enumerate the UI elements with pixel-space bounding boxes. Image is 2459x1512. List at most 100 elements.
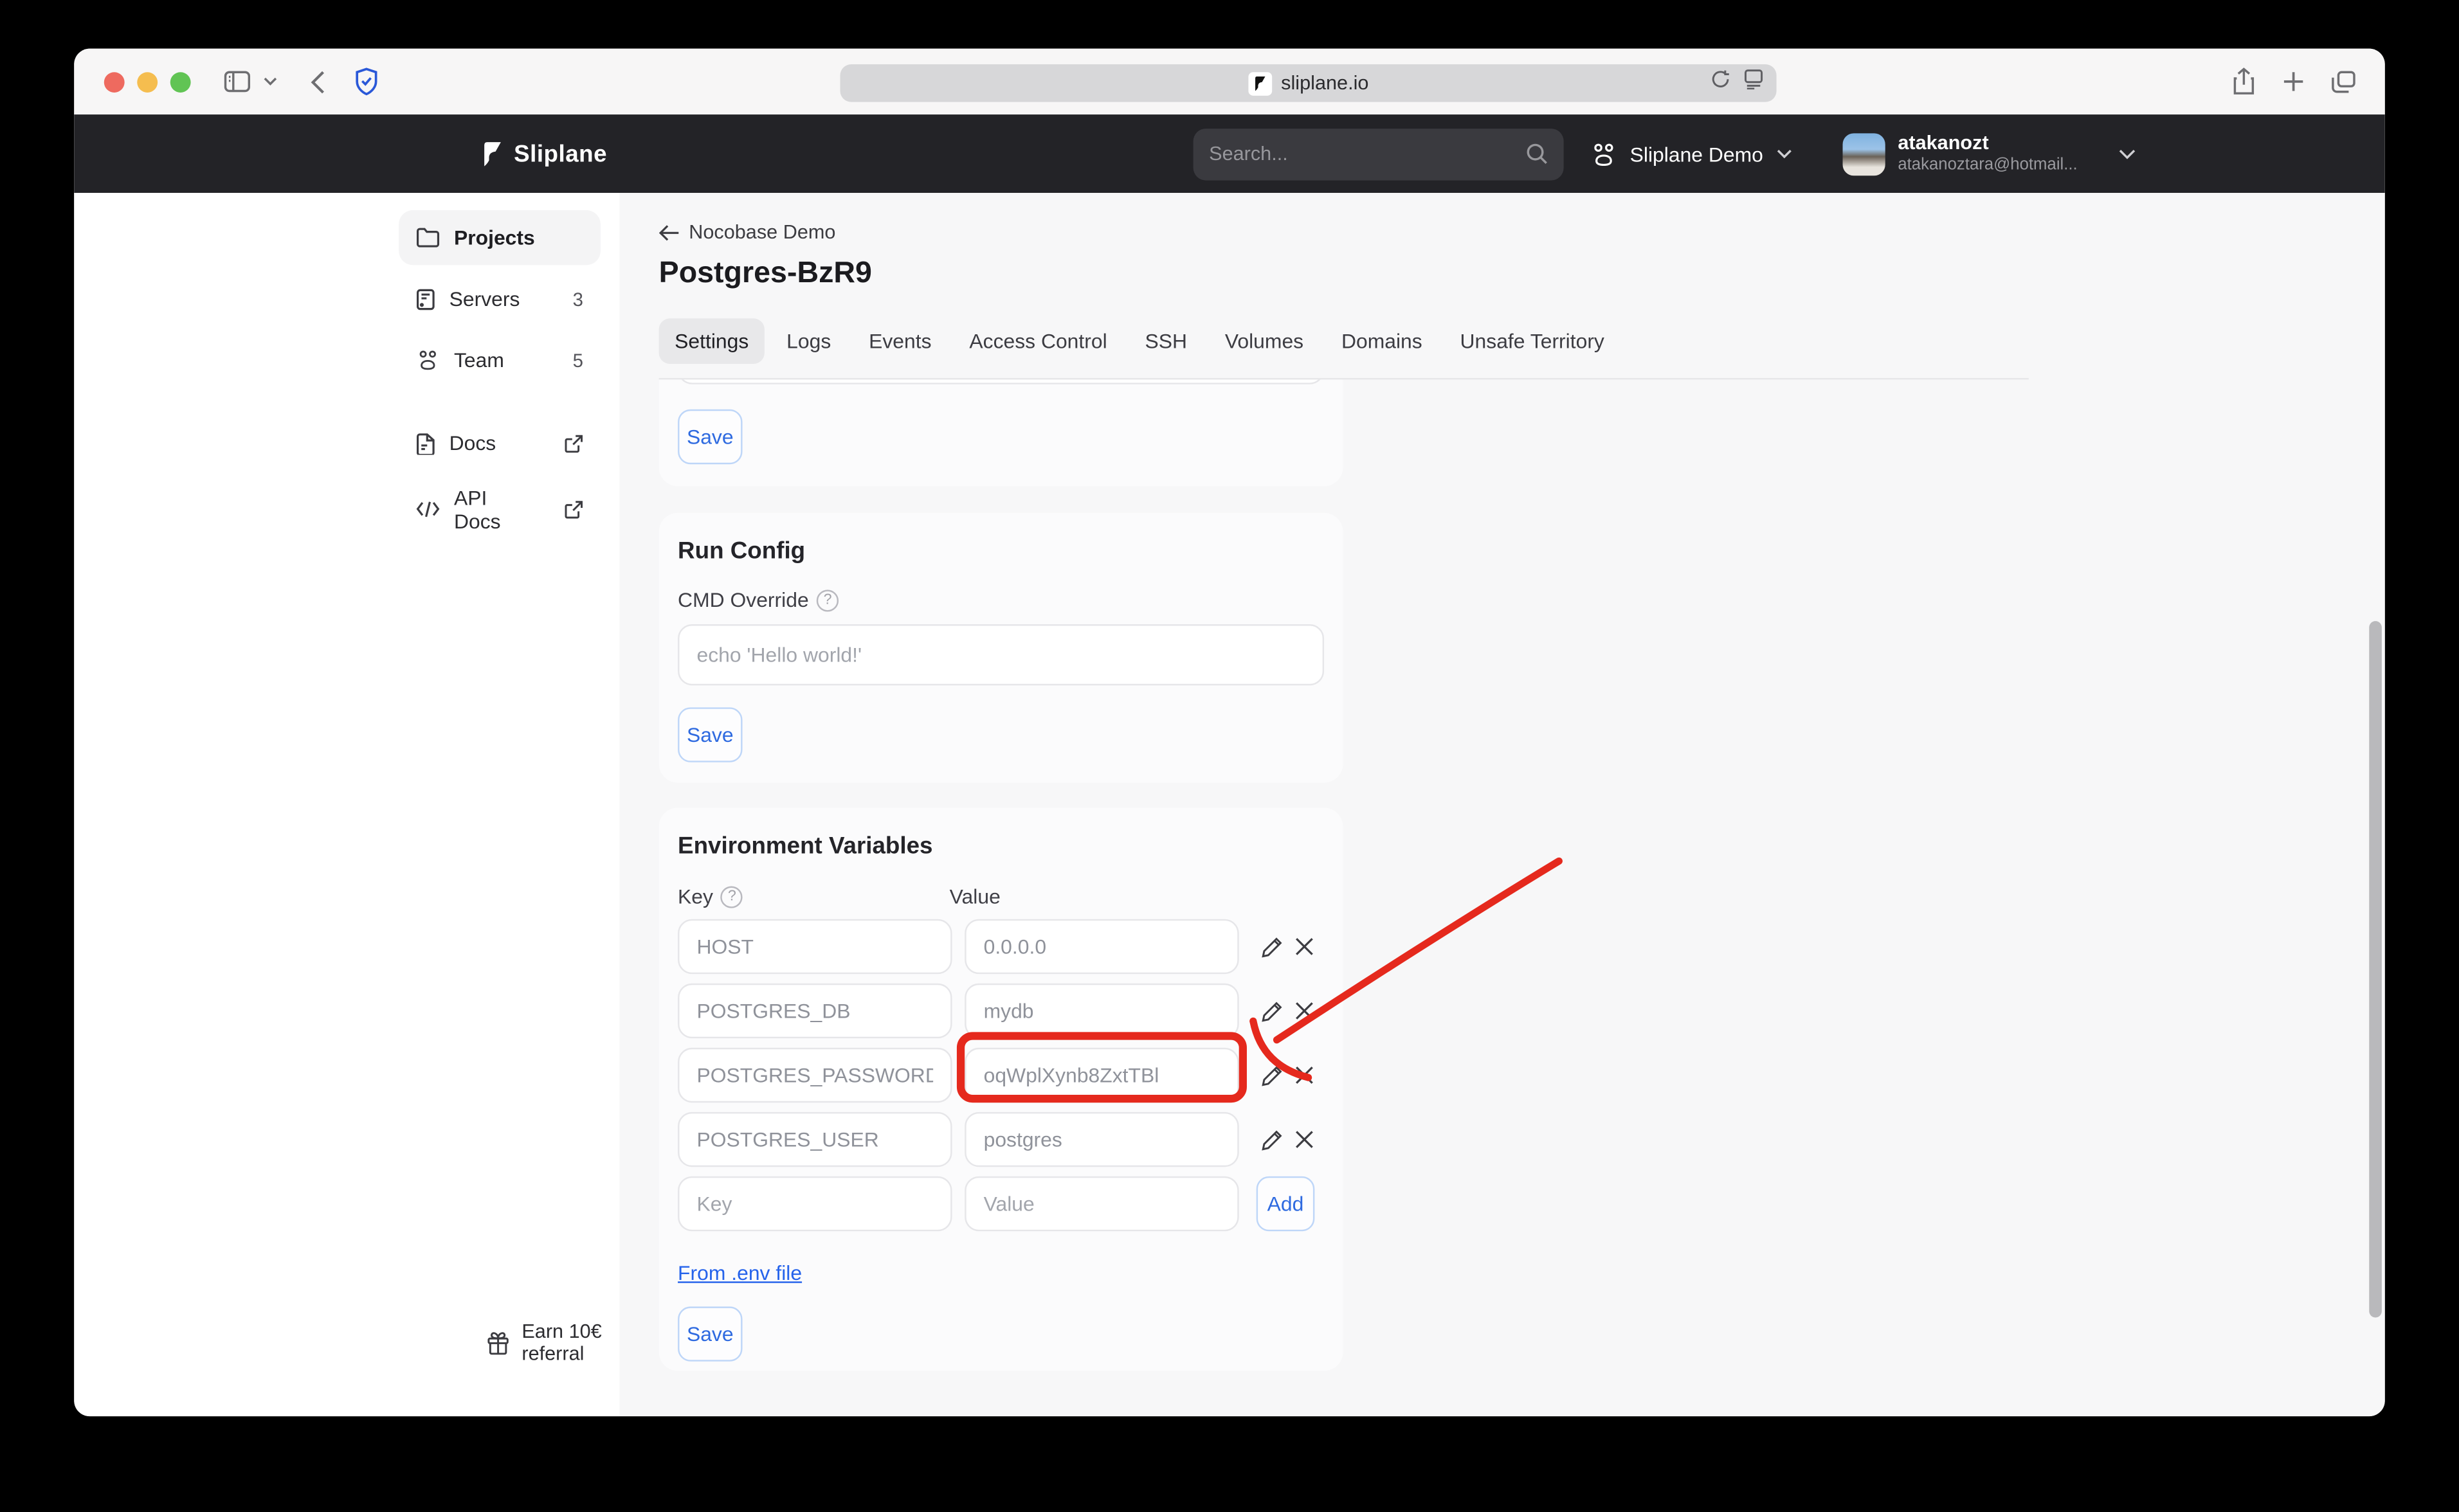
breadcrumb[interactable]: Nocobase Demo bbox=[659, 221, 2385, 243]
zoom-window-button[interactable] bbox=[170, 71, 191, 92]
address-bar[interactable]: sliplane.io bbox=[840, 64, 1777, 102]
user-email: atakanoztara@hotmail... bbox=[1898, 156, 2077, 176]
servers-count-badge: 3 bbox=[573, 288, 583, 310]
avatar bbox=[1843, 132, 1885, 175]
save-button[interactable]: Save bbox=[678, 707, 743, 762]
server-icon bbox=[416, 288, 435, 310]
team-icon bbox=[1590, 142, 1617, 166]
env-value-input[interactable] bbox=[965, 919, 1239, 974]
tab-volumes[interactable]: Volumes bbox=[1209, 318, 1319, 364]
new-key-input[interactable] bbox=[678, 1176, 952, 1231]
breadcrumb-label: Nocobase Demo bbox=[689, 221, 835, 243]
sidebar-item-docs[interactable]: Docs bbox=[399, 416, 601, 471]
tab-settings[interactable]: Settings bbox=[659, 318, 765, 364]
reader-mode-icon[interactable] bbox=[1743, 69, 1764, 97]
delete-icon[interactable] bbox=[1294, 1001, 1315, 1022]
chevron-down-icon[interactable] bbox=[263, 77, 277, 87]
search-box[interactable] bbox=[1193, 128, 1564, 180]
tab-access-control[interactable]: Access Control bbox=[954, 318, 1123, 364]
browser-window: sliplane.io bbox=[74, 49, 2385, 1417]
help-icon[interactable]: ? bbox=[721, 885, 743, 907]
sidebar-item-label: API Docs bbox=[454, 485, 536, 532]
new-value-input[interactable] bbox=[965, 1176, 1239, 1231]
window-controls bbox=[104, 71, 191, 92]
save-button[interactable]: Save bbox=[678, 1306, 743, 1361]
sliplane-logo[interactable]: Sliplane bbox=[481, 139, 607, 168]
search-input[interactable] bbox=[1209, 143, 1526, 165]
tab-events[interactable]: Events bbox=[853, 318, 947, 364]
env-row-postgres-db bbox=[678, 984, 1324, 1038]
sidebar: Projects Servers 3 bbox=[74, 193, 619, 1416]
sidebar-toggle-icon[interactable] bbox=[224, 71, 251, 93]
new-tab-icon[interactable] bbox=[2282, 71, 2304, 93]
run-config-card: Run Config CMD Override ? Save bbox=[659, 513, 1343, 783]
card-title: Run Config bbox=[678, 538, 1324, 564]
env-key-input[interactable] bbox=[678, 919, 952, 974]
env-row-new: Add bbox=[678, 1176, 1324, 1231]
env-key-input[interactable] bbox=[678, 1112, 952, 1167]
folder-icon bbox=[416, 228, 440, 248]
workspace-name: Sliplane Demo bbox=[1630, 142, 1763, 166]
clipped-input[interactable] bbox=[678, 379, 1324, 384]
env-row-postgres-user bbox=[678, 1112, 1324, 1167]
back-icon[interactable] bbox=[311, 70, 325, 94]
external-link-icon bbox=[565, 434, 583, 453]
url-text: sliplane.io bbox=[1281, 72, 1368, 94]
cmd-override-input[interactable] bbox=[678, 624, 1324, 685]
help-icon[interactable]: ? bbox=[817, 589, 839, 611]
scrollbar-thumb[interactable] bbox=[2369, 621, 2382, 1317]
env-key-input[interactable] bbox=[678, 1048, 952, 1102]
from-env-file-link[interactable]: From .env file bbox=[678, 1261, 802, 1285]
close-window-button[interactable] bbox=[104, 71, 125, 92]
minimize-window-button[interactable] bbox=[137, 71, 158, 92]
add-env-var-button[interactable]: Add bbox=[1257, 1176, 1315, 1231]
env-value-input[interactable] bbox=[965, 984, 1239, 1038]
env-row-postgres-password bbox=[678, 1048, 1324, 1102]
sidebar-item-label: Docs bbox=[449, 431, 496, 455]
env-key-input[interactable] bbox=[678, 984, 952, 1038]
external-link-icon bbox=[565, 500, 583, 518]
sidebar-item-api-docs[interactable]: API Docs bbox=[399, 482, 601, 536]
user-name: atakanozt bbox=[1898, 131, 2077, 156]
sidebar-item-projects[interactable]: Projects bbox=[399, 210, 601, 265]
tab-domains[interactable]: Domains bbox=[1325, 318, 1438, 364]
edit-icon[interactable] bbox=[1261, 1000, 1283, 1022]
referral-label: Earn 10€ referral bbox=[522, 1320, 619, 1364]
value-column-label: Value bbox=[950, 885, 1001, 908]
card-title: Environment Variables bbox=[678, 833, 1324, 860]
sidebar-item-label: Team bbox=[454, 348, 504, 372]
edit-icon[interactable] bbox=[1261, 935, 1283, 957]
workspace-selector[interactable]: Sliplane Demo bbox=[1590, 142, 1792, 166]
app-header: Sliplane Sliplane Demo atakanozt ata bbox=[74, 114, 2385, 193]
reload-icon[interactable] bbox=[1710, 69, 1731, 97]
share-icon[interactable] bbox=[2232, 68, 2256, 96]
team-count-badge: 5 bbox=[573, 349, 583, 371]
general-settings-card: Save bbox=[659, 379, 1343, 486]
delete-icon[interactable] bbox=[1294, 1130, 1315, 1150]
env-row-host bbox=[678, 919, 1324, 974]
gift-icon bbox=[487, 1331, 509, 1354]
tab-ssh[interactable]: SSH bbox=[1129, 318, 1203, 364]
shield-icon[interactable] bbox=[355, 68, 379, 96]
edit-icon[interactable] bbox=[1261, 1128, 1283, 1150]
delete-icon[interactable] bbox=[1294, 1065, 1315, 1086]
key-column-label: Key bbox=[678, 885, 713, 908]
edit-icon[interactable] bbox=[1261, 1064, 1283, 1086]
tab-overview-icon[interactable] bbox=[2331, 70, 2356, 94]
user-menu[interactable]: atakanozt atakanoztara@hotmail... bbox=[1843, 131, 2136, 176]
logo-text: Sliplane bbox=[514, 140, 607, 166]
env-value-input[interactable] bbox=[965, 1048, 1239, 1102]
tab-logs[interactable]: Logs bbox=[771, 318, 847, 364]
referral-link[interactable]: Earn 10€ referral bbox=[487, 1320, 619, 1364]
back-arrow-icon bbox=[659, 224, 680, 241]
save-button[interactable]: Save bbox=[678, 410, 743, 464]
sidebar-item-servers[interactable]: Servers 3 bbox=[399, 271, 601, 326]
code-icon bbox=[416, 500, 440, 518]
tab-unsafe-territory[interactable]: Unsafe Territory bbox=[1444, 318, 1620, 364]
delete-icon[interactable] bbox=[1294, 937, 1315, 957]
sidebar-item-label: Servers bbox=[449, 287, 520, 310]
sidebar-item-team[interactable]: Team 5 bbox=[399, 332, 601, 387]
env-value-input[interactable] bbox=[965, 1112, 1239, 1167]
search-icon bbox=[1526, 143, 1548, 165]
scrollbar[interactable] bbox=[2369, 621, 2382, 1416]
